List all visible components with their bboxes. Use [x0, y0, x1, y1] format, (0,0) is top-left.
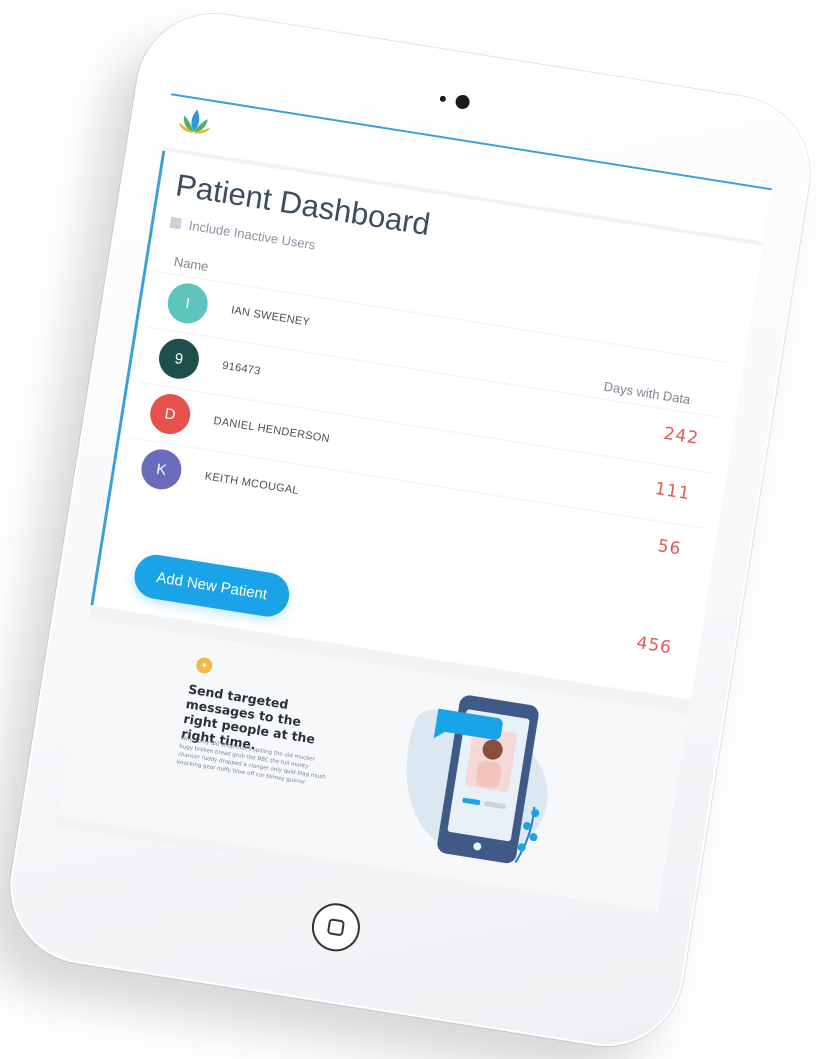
include-inactive-checkbox[interactable] — [169, 216, 182, 230]
days-with-data: 242 — [662, 423, 701, 449]
chat-bubble-icon: ✦ — [195, 656, 214, 675]
app-screen: Patient Dashboard Include Inactive Users… — [55, 93, 772, 922]
phone-illustration — [406, 695, 548, 864]
lotus-logo-icon — [178, 109, 211, 134]
days-with-data: 56 — [656, 536, 683, 560]
avatar: I — [164, 280, 211, 327]
tablet-device: Patient Dashboard Include Inactive Users… — [0, 2, 820, 1058]
patient-name[interactable]: DANIEL HENDERSON — [213, 415, 331, 445]
column-header-name[interactable]: Name — [173, 254, 210, 274]
avatar: K — [138, 446, 185, 493]
total-days-with-data: 456 — [635, 632, 674, 659]
include-inactive-label: Include Inactive Users — [187, 217, 317, 253]
patient-name[interactable]: IAN SWEENEY — [230, 304, 311, 328]
add-new-patient-button[interactable]: Add New Patient — [131, 551, 293, 620]
sensor-icon — [439, 95, 447, 103]
patient-name[interactable]: KEITH MCOUGAL — [204, 470, 300, 497]
camera-icon — [454, 93, 471, 110]
patient-dashboard-panel: Patient Dashboard Include Inactive Users… — [90, 150, 766, 701]
stage: Patient Dashboard Include Inactive Users… — [0, 0, 820, 1059]
patient-name[interactable]: 916473 — [221, 360, 261, 378]
avatar: 9 — [156, 335, 202, 382]
avatar: D — [147, 391, 194, 437]
days-with-data: 111 — [653, 478, 692, 505]
home-button-icon[interactable] — [308, 899, 364, 955]
